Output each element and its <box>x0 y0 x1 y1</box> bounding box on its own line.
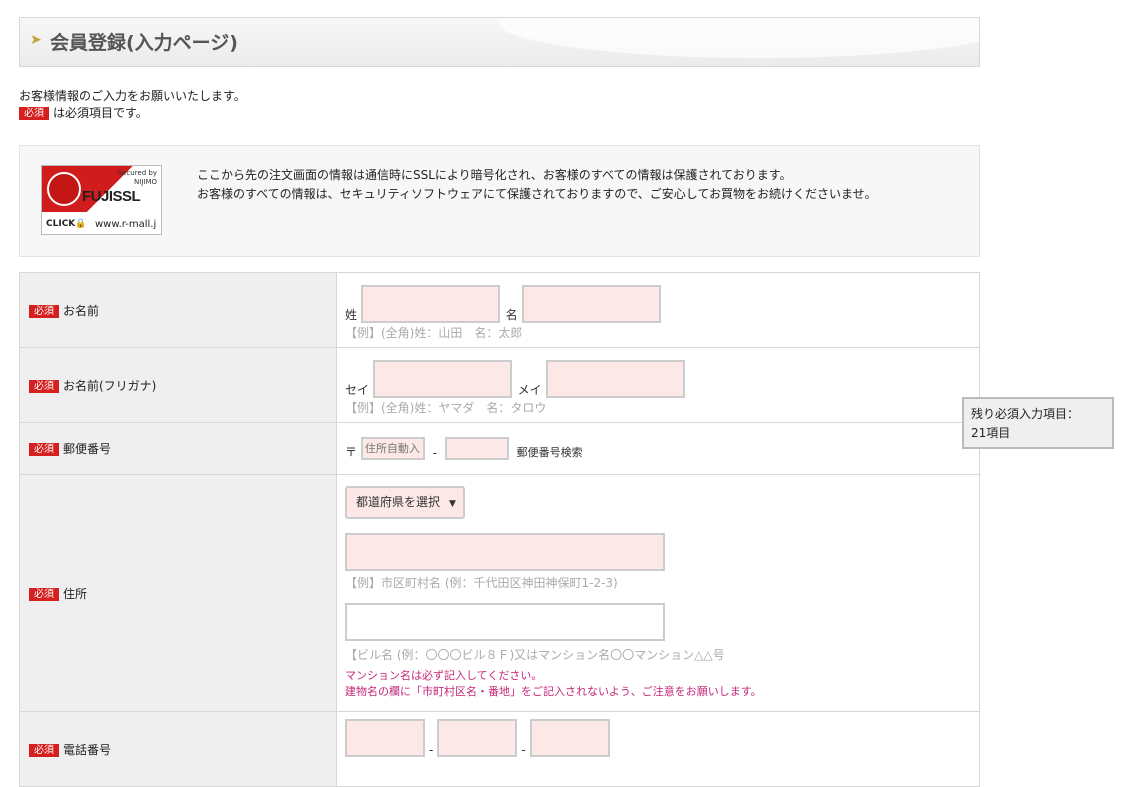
field-cell: 姓 名 【例】(全角)姓：山田 名：太郎 <box>336 272 980 348</box>
first-name-input[interactable] <box>521 285 661 323</box>
field-label: 必須 郵便番号 <box>19 422 337 475</box>
field-cell: 〒 - 郵便番号検索 <box>336 422 980 475</box>
ssl-seal-url: www.r-mall.j <box>95 219 157 230</box>
ssl-notice: Secured by NIJIMO FUJISSL CLICK🔒 www.r-m… <box>19 145 980 257</box>
ssl-seal-brand: FUJISSL <box>82 188 141 205</box>
address-warning: マンション名は必ず記入してください。 <box>345 669 543 682</box>
mei-label: 名 <box>505 308 518 322</box>
zip-second-input[interactable] <box>444 437 509 460</box>
page-title-bar: ➤ 会員登録(入力ページ) <box>19 17 980 67</box>
address-warning: 建物名の欄に「市町村区名・番地」をご記入されないよう、ご注意をお願いします。 <box>345 685 762 698</box>
ssl-seal-click: CLICK🔒 <box>46 219 87 229</box>
field-cell: 都道府県を選択 ▼ 【例】市区町村名 (例：千代田区神田神保町1-2-3) 【ビル… <box>336 474 980 712</box>
field-label: 必須 住所 <box>19 474 337 712</box>
chevron-right-icon: ➤ <box>30 32 42 48</box>
required-badge: 必須 <box>29 304 59 318</box>
remaining-label: 残り必須入力項目： <box>971 407 1080 421</box>
ssl-description: ここから先の注文画面の情報は通信時にSSLにより暗号化され、お客様のすべての情報… <box>197 166 877 204</box>
required-note-text: は必須項目です。 <box>53 106 148 120</box>
ssl-seal-logo[interactable]: Secured by NIJIMO FUJISSL CLICK🔒 www.r-m… <box>41 165 162 235</box>
row-phone: 必須 電話番号 -- <box>19 711 980 787</box>
field-label-text: 住所 <box>63 586 88 601</box>
required-badge: 必須 <box>29 744 59 757</box>
field-label-text: 郵便番号 <box>63 442 112 456</box>
remaining-required-counter: 残り必須入力項目： 21項目 <box>962 397 1114 449</box>
caret-down-icon: ▼ <box>449 499 456 509</box>
mei-kana-label: メイ <box>517 383 542 397</box>
phone-second-input[interactable] <box>437 719 518 757</box>
sei-kana-label: セイ <box>345 383 370 397</box>
ssl-seal-secured-by: Secured by NIJIMO <box>117 169 157 186</box>
required-badge: 必須 <box>29 379 59 393</box>
last-name-input[interactable] <box>360 285 500 323</box>
phone-dash: - <box>521 743 526 757</box>
field-label: 必須 お名前(フリガナ) <box>19 347 337 423</box>
lock-check-icon: 🔒 <box>75 219 87 229</box>
phone-first-input[interactable] <box>345 719 425 757</box>
postal-mark: 〒 <box>345 445 358 459</box>
prefecture-select[interactable]: 都道府県を選択 ▼ <box>345 486 465 519</box>
field-hint: 【例】市区町村名 (例：千代田区神田神保町1-2-3) <box>345 576 618 590</box>
phone-dash: - <box>429 743 434 757</box>
first-name-kana-input[interactable] <box>545 360 685 398</box>
field-hint: 【例】(全角)姓：ヤマダ 名：タロウ <box>345 401 547 415</box>
registration-form: 必須 お名前 姓 名 【例】(全角)姓：山田 名：太郎 必須 お名前(フリガナ) セ… <box>19 272 980 787</box>
field-hint: 【ビル名 (例：〇〇〇ビル８Ｆ)又はマンション名〇〇マンション△△号 <box>345 648 725 662</box>
row-zip: 必須郵便番号 〒 - 郵便番号検索 <box>19 422 980 475</box>
ssl-description-line: お客様のすべての情報は、セキュリティソフトウェアにて保護されておりますので、ご安… <box>197 187 877 201</box>
required-badge: 必須 <box>19 107 49 120</box>
building-input[interactable] <box>345 603 665 641</box>
zip-dash: - <box>432 446 438 460</box>
required-badge: 必須 <box>29 443 59 456</box>
field-label: 必須 電話番号 <box>19 711 337 787</box>
sei-label: 姓 <box>345 308 358 322</box>
field-label: 必須 お名前 <box>19 272 337 348</box>
field-cell: セイ メイ 【例】(全角)姓：ヤマダ 名：タロウ <box>336 347 980 423</box>
ssl-seal-emblem-icon <box>47 172 81 206</box>
phone-third-input[interactable] <box>529 719 610 757</box>
field-hint: 【例】(全角)姓：山田 名：太郎 <box>345 326 523 340</box>
zip-search-link[interactable]: 郵便番号検索 <box>517 446 583 459</box>
row-name: 必須 お名前 姓 名 【例】(全角)姓：山田 名：太郎 <box>19 272 980 348</box>
row-kana: 必須 お名前(フリガナ) セイ メイ 【例】(全角)姓：ヤマダ 名：タロウ <box>19 347 980 423</box>
city-input[interactable] <box>345 533 665 571</box>
title-decoration <box>499 18 979 58</box>
intro-text: お客様情報のご入力をお願いいたします。 必須 は必須項目です。 <box>19 88 246 122</box>
field-label-text: お名前 <box>63 303 100 318</box>
field-cell: -- <box>336 711 980 787</box>
required-note: 必須 は必須項目です。 <box>19 105 246 122</box>
field-label-text: 電話番号 <box>63 743 112 757</box>
row-address: 必須 住所 都道府県を選択 ▼ 【例】市区町村名 (例：千代田区神田神保町1-2-3… <box>19 474 980 712</box>
last-name-kana-input[interactable] <box>372 360 512 398</box>
field-label-text: お名前(フリガナ) <box>63 378 157 393</box>
required-badge: 必須 <box>29 587 59 601</box>
intro-line: お客様情報のご入力をお願いいたします。 <box>19 89 246 103</box>
zip-first-input[interactable] <box>360 437 425 460</box>
ssl-description-line: ここから先の注文画面の情報は通信時にSSLにより暗号化され、お客様のすべての情報… <box>197 168 792 182</box>
remaining-count: 21項目 <box>971 426 1011 440</box>
page-title: 会員登録(入力ページ) <box>50 32 238 54</box>
